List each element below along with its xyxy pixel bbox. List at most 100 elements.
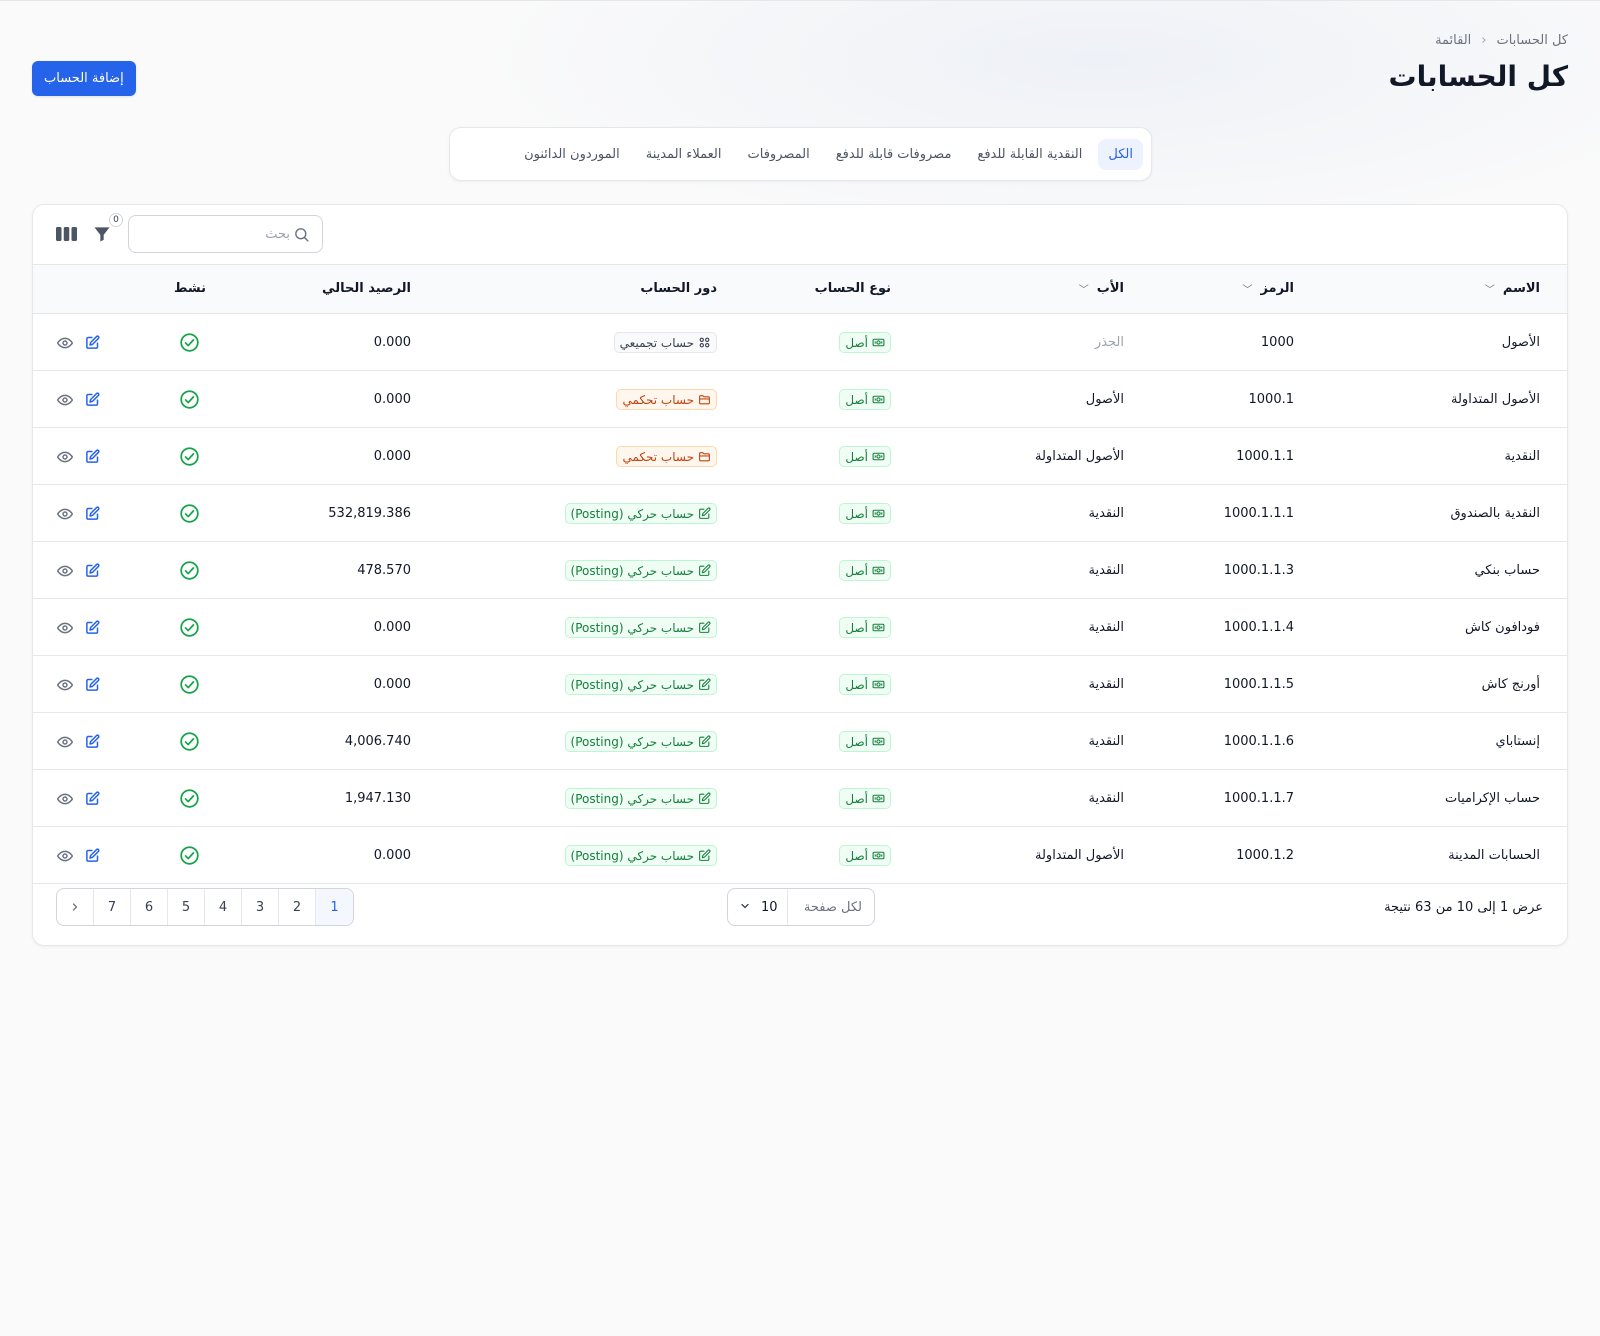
columns-icon[interactable]: [56, 225, 77, 243]
eye-icon[interactable]: [57, 791, 73, 807]
banknote-icon: [872, 621, 885, 634]
eye-icon[interactable]: [57, 848, 73, 864]
account-balance: 0.000: [373, 449, 411, 464]
active-status: [179, 770, 200, 827]
tab-0[interactable]: الكل: [1098, 138, 1143, 170]
tab-2[interactable]: مصروفات قابلة للدفع: [826, 139, 962, 170]
account-role-cell: حساب تحكمي: [616, 371, 717, 428]
account-type-cell: أصل: [839, 599, 891, 656]
table-row: النقدية بالصندوق 1000.1.1.1 النقدية أصل حساب…: [33, 485, 1567, 542]
chevron-down-icon: ﹀: [1484, 285, 1495, 296]
account-role-cell: حساب حركي (Posting): [564, 485, 717, 542]
column-header-code[interactable]: الرمز ﹀: [1242, 281, 1294, 296]
edit-icon[interactable]: [85, 335, 100, 350]
breadcrumb-root-link[interactable]: كل الحسابات: [1496, 33, 1568, 48]
eye-icon[interactable]: [57, 677, 73, 693]
per-page-select[interactable]: لكل صفحة 10: [727, 888, 875, 926]
account-role-label: حساب حركي (Posting): [570, 791, 695, 806]
breadcrumb-current: القائمة: [1435, 33, 1472, 48]
account-type-badge: أصل: [839, 674, 891, 695]
column-header-balance: الرصيد الحالي: [322, 281, 411, 296]
edit-icon[interactable]: [85, 848, 100, 863]
table-footer: عرض 1 إلى 10 من 63 نتيجة لكل صفحة 10 765…: [33, 876, 1567, 945]
account-balance: 1,947.130: [344, 791, 411, 806]
account-type-label: أصل: [845, 506, 868, 521]
column-header-type: نوع الحساب: [814, 281, 891, 296]
page-button[interactable]: 5: [168, 889, 205, 925]
page-button[interactable]: 1: [316, 889, 353, 925]
column-header-parent[interactable]: الأب ﹀: [1079, 281, 1124, 296]
add-account-button[interactable]: إضافة الحساب: [32, 61, 136, 96]
page-button[interactable]: 7: [94, 889, 131, 925]
column-header-role: دور الحساب: [640, 281, 717, 296]
edit-icon[interactable]: [85, 563, 100, 578]
account-role-badge: حساب حركي (Posting): [564, 731, 717, 752]
account-type-cell: أصل: [839, 485, 891, 542]
page-button[interactable]: 4: [205, 889, 242, 925]
tab-5[interactable]: الموردون الدائنون: [514, 139, 630, 170]
edit-icon[interactable]: [85, 734, 100, 749]
eye-icon[interactable]: [57, 449, 73, 465]
account-parent: الأصول: [1085, 392, 1124, 407]
account-type-badge: أصل: [839, 617, 891, 638]
tab-1[interactable]: النقدية القابلة للدفع: [967, 139, 1092, 170]
pencil-square-icon: [698, 621, 711, 634]
eye-icon[interactable]: [57, 734, 73, 750]
table-row: أورنج كاش 1000.1.1.5 النقدية أصل حساب حركي (…: [33, 656, 1567, 713]
account-code: 1000.1.1.1: [1223, 506, 1294, 521]
account-type-badge: أصل: [839, 446, 891, 467]
eye-icon[interactable]: [57, 335, 73, 351]
account-role-label: حساب حركي (Posting): [570, 563, 695, 578]
account-type-label: أصل: [845, 392, 868, 407]
accounts-table-card: 0 الاسم ﹀ الرمز ﹀ الأب ﹀ نوع الحساب دور …: [32, 204, 1568, 946]
active-status: [179, 428, 200, 485]
edit-icon[interactable]: [85, 392, 100, 407]
tab-3[interactable]: المصروفات: [738, 139, 820, 170]
page-button[interactable]: 3: [242, 889, 279, 925]
next-page-button[interactable]: [57, 889, 94, 925]
grid-icon: [698, 336, 711, 349]
edit-icon[interactable]: [85, 677, 100, 692]
search-input[interactable]: [140, 216, 290, 252]
account-balance: 0.000: [373, 620, 411, 635]
account-name: النقدية: [1504, 449, 1540, 464]
column-header-name[interactable]: الاسم ﹀: [1485, 281, 1540, 296]
check-circle-icon: [180, 390, 199, 409]
banknote-icon: [872, 564, 885, 577]
check-circle-icon: [180, 333, 199, 352]
page-button[interactable]: 2: [279, 889, 316, 925]
eye-icon[interactable]: [57, 392, 73, 408]
account-role-badge: حساب تحكمي: [616, 446, 717, 467]
edit-icon[interactable]: [85, 506, 100, 521]
account-role-label: حساب تجميعي: [619, 335, 694, 350]
account-balance: 0.000: [373, 392, 411, 407]
account-role-badge: حساب حركي (Posting): [564, 503, 717, 524]
eye-icon[interactable]: [57, 563, 73, 579]
eye-icon[interactable]: [57, 620, 73, 636]
account-role-label: حساب حركي (Posting): [570, 620, 695, 635]
account-type-label: أصل: [845, 335, 868, 350]
account-code: 1000.1.1.5: [1223, 677, 1294, 692]
tab-4[interactable]: العملاء المدينة: [636, 139, 732, 170]
edit-icon[interactable]: [85, 791, 100, 806]
account-code: 1000.1.1.4: [1223, 620, 1294, 635]
check-circle-icon: [180, 561, 199, 580]
row-actions: [57, 428, 100, 485]
table-row: إنستاباي 1000.1.1.6 النقدية أصل حساب حركي (P…: [33, 713, 1567, 770]
active-status: [179, 314, 200, 371]
pencil-square-icon: [698, 678, 711, 691]
account-code: 1000: [1260, 335, 1294, 350]
eye-icon[interactable]: [57, 506, 73, 522]
page-button[interactable]: 6: [131, 889, 168, 925]
account-type-badge: أصل: [839, 845, 891, 866]
banknote-icon: [872, 450, 885, 463]
funnel-icon[interactable]: [92, 223, 112, 245]
pencil-square-icon: [698, 792, 711, 805]
account-type-label: أصل: [845, 734, 868, 749]
row-actions: [57, 371, 100, 428]
edit-icon[interactable]: [85, 449, 100, 464]
account-role-badge: حساب تحكمي: [616, 389, 717, 410]
account-type-cell: أصل: [839, 428, 891, 485]
edit-icon[interactable]: [85, 620, 100, 635]
account-name: الأصول المتداولة: [1450, 392, 1540, 407]
